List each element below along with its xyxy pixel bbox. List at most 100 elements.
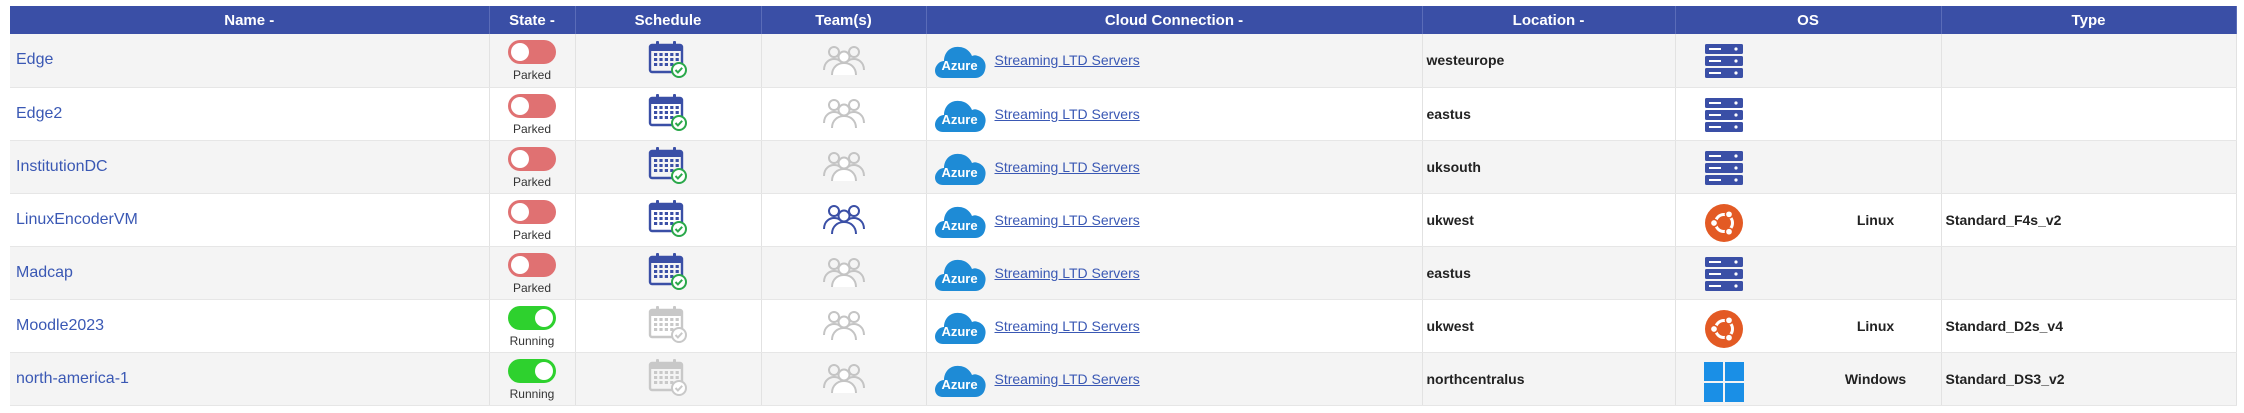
cell-cloud-connection: Azure Streaming LTD Servers	[926, 352, 1423, 406]
vm-name-link[interactable]: InstitutionDC	[10, 158, 108, 175]
vm-name-link[interactable]: LinuxEncoderVM	[10, 211, 138, 228]
cell-state: Running	[489, 352, 576, 406]
cell-state: Parked	[489, 246, 576, 300]
vm-name-link[interactable]: Edge2	[10, 105, 62, 122]
team-icon[interactable]	[822, 148, 866, 185]
state-toggle[interactable]	[508, 305, 556, 330]
cell-type	[1941, 246, 2237, 300]
table-row[interactable]: Edge Parked Azure Streaming LTD Servers	[10, 34, 2237, 88]
azure-cloud-icon: Azure	[933, 200, 987, 240]
team-icon[interactable]	[822, 42, 866, 79]
azure-label: Azure	[941, 270, 978, 286]
table-row[interactable]: Madcap Parked Azure Streaming LTD Servers	[10, 246, 2237, 300]
cell-teams	[761, 140, 927, 194]
cell-cloud-connection: Azure Streaming LTD Servers	[926, 87, 1423, 141]
state-toggle[interactable]	[508, 40, 556, 65]
table-row[interactable]: InstitutionDC Parked Azure Streaming LTD …	[10, 140, 2237, 194]
vm-name-link[interactable]: north-america-1	[10, 370, 129, 387]
header-location[interactable]: Location -	[1422, 6, 1676, 34]
table-row[interactable]: Moodle2023 Running Azure Streaming LTD Se…	[10, 299, 2237, 353]
cell-teams	[761, 87, 927, 141]
cell-location: uksouth	[1422, 140, 1676, 194]
os-name: Linux	[1856, 211, 1895, 228]
cloud-connection-link[interactable]: Streaming LTD Servers	[995, 212, 1140, 228]
state-label: Running	[509, 333, 555, 348]
calendar-check-icon[interactable]	[648, 252, 688, 293]
cloud-connection-link[interactable]: Streaming LTD Servers	[995, 52, 1140, 68]
vm-name-link[interactable]: Madcap	[10, 264, 73, 281]
calendar-check-icon[interactable]	[648, 146, 688, 187]
vm-name-link[interactable]: Moodle2023	[10, 317, 104, 334]
cell-schedule	[575, 352, 762, 406]
cell-os	[1675, 34, 1942, 88]
header-type: Type	[1941, 6, 2237, 34]
table-row[interactable]: north-america-1 Running Azure Streaming L…	[10, 352, 2237, 406]
team-icon[interactable]	[822, 201, 866, 238]
table-header-row: Name - State - Schedule Team(s) Cloud Co…	[10, 6, 2237, 34]
cell-state: Running	[489, 299, 576, 353]
cell-teams	[761, 246, 927, 300]
table-row[interactable]: LinuxEncoderVM Parked Azure Streaming LTD…	[10, 193, 2237, 247]
calendar-check-icon[interactable]	[648, 358, 688, 399]
calendar-check-icon[interactable]	[648, 93, 688, 134]
team-icon[interactable]	[822, 254, 866, 291]
state-label: Parked	[512, 280, 552, 295]
cell-schedule	[575, 193, 762, 247]
header-teams: Team(s)	[761, 6, 927, 34]
state-toggle[interactable]	[508, 146, 556, 171]
cell-schedule	[575, 87, 762, 141]
cell-cloud-connection: Azure Streaming LTD Servers	[926, 140, 1423, 194]
vm-table: Name - State - Schedule Team(s) Cloud Co…	[10, 6, 2237, 406]
server-icon	[1704, 256, 1744, 292]
cell-cloud-connection: Azure Streaming LTD Servers	[926, 246, 1423, 300]
state-toggle[interactable]	[508, 93, 556, 118]
cell-name: Moodle2023	[10, 299, 490, 353]
state-label: Running	[509, 386, 555, 401]
header-state[interactable]: State -	[489, 6, 576, 34]
cell-schedule	[575, 246, 762, 300]
table-row[interactable]: Edge2 Parked Azure Streaming LTD Servers	[10, 87, 2237, 141]
cell-os: Windows	[1675, 352, 1942, 406]
team-icon[interactable]	[822, 360, 866, 397]
header-name[interactable]: Name -	[10, 6, 490, 34]
ubuntu-icon	[1704, 309, 1744, 348]
cloud-connection-link[interactable]: Streaming LTD Servers	[995, 265, 1140, 281]
table-body: Edge Parked Azure Streaming LTD Servers	[10, 34, 2237, 406]
cell-type: Standard_DS3_v2	[1941, 352, 2237, 406]
azure-cloud-icon: Azure	[933, 359, 987, 399]
state-toggle[interactable]	[508, 199, 556, 224]
cloud-connection-link[interactable]: Streaming LTD Servers	[995, 159, 1140, 175]
calendar-check-icon[interactable]	[648, 199, 688, 240]
azure-label: Azure	[941, 376, 978, 392]
header-cloud-connection[interactable]: Cloud Connection -	[926, 6, 1423, 34]
cloud-connection-link[interactable]: Streaming LTD Servers	[995, 318, 1140, 334]
state-label: Parked	[512, 121, 552, 136]
vm-table-container: Name - State - Schedule Team(s) Cloud Co…	[10, 6, 2237, 406]
cell-state: Parked	[489, 193, 576, 247]
cloud-connection-link[interactable]: Streaming LTD Servers	[995, 371, 1140, 387]
header-schedule: Schedule	[575, 6, 762, 34]
cell-location: eastus	[1422, 87, 1676, 141]
azure-cloud-icon: Azure	[933, 94, 987, 134]
calendar-check-icon[interactable]	[648, 40, 688, 81]
toggle-knob	[511, 43, 529, 62]
ubuntu-icon	[1704, 203, 1744, 242]
cell-name: Edge2	[10, 87, 490, 141]
cloud-connection-link[interactable]: Streaming LTD Servers	[995, 106, 1140, 122]
cell-os	[1675, 140, 1942, 194]
server-icon	[1704, 97, 1744, 133]
team-icon[interactable]	[822, 307, 866, 344]
state-toggle[interactable]	[508, 252, 556, 277]
team-icon[interactable]	[822, 95, 866, 132]
cell-name: LinuxEncoderVM	[10, 193, 490, 247]
cell-name: InstitutionDC	[10, 140, 490, 194]
calendar-check-icon[interactable]	[648, 305, 688, 346]
vm-name-link[interactable]: Edge	[10, 51, 53, 68]
os-name: Windows	[1844, 370, 1907, 387]
cell-type	[1941, 87, 2237, 141]
cell-cloud-connection: Azure Streaming LTD Servers	[926, 34, 1423, 88]
azure-cloud-icon: Azure	[933, 253, 987, 293]
state-label: Parked	[512, 174, 552, 189]
state-toggle[interactable]	[508, 358, 556, 383]
azure-label: Azure	[941, 323, 978, 339]
